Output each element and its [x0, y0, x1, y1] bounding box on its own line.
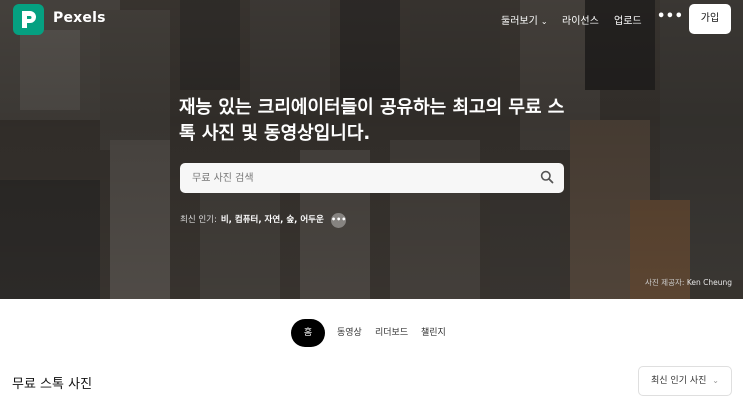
trending-label: 최신 인기:: [180, 215, 217, 225]
chevron-down-icon: ⌄: [712, 376, 719, 385]
photo-credit: 사진 제공자: Ken Cheung: [645, 277, 732, 288]
search-icon[interactable]: [540, 170, 554, 184]
nav-browse-label: 둘러보기: [501, 16, 538, 27]
hero-headline: 재능 있는 크리에이터들이 공유하는 최고의 무료 스톡 사진 및 동영상입니다…: [179, 97, 565, 144]
photo-credit-author[interactable]: Ken Cheung: [687, 278, 732, 287]
tab-home[interactable]: 홈: [291, 319, 325, 347]
tab-leaderboard[interactable]: 리더보드: [375, 319, 408, 347]
join-button[interactable]: 가입: [689, 4, 731, 34]
nav-browse[interactable]: 둘러보기 ⌄: [501, 12, 548, 27]
hero-overlay: [0, 0, 743, 299]
chevron-down-icon: ⌄: [540, 17, 548, 26]
nav-license[interactable]: 라이선스: [562, 12, 599, 27]
brand-name[interactable]: Pexels: [53, 10, 106, 26]
trending-more-icon[interactable]: •••: [331, 213, 346, 228]
hero-banner: [0, 0, 743, 299]
search-bar: [180, 163, 564, 193]
sort-dropdown[interactable]: 최신 인기 사진 ⌄: [638, 366, 732, 396]
more-menu-icon[interactable]: •••: [657, 9, 683, 24]
tab-challenges[interactable]: 챌린지: [421, 319, 446, 347]
photo-credit-label: 사진 제공자:: [645, 278, 685, 287]
trending-items[interactable]: 비, 컴퓨터, 자연, 숲, 어두운: [221, 215, 324, 225]
section-title: 무료 스톡 사진: [12, 377, 93, 392]
trending-searches: 최신 인기: 비, 컴퓨터, 자연, 숲, 어두운: [180, 213, 324, 225]
nav-upload[interactable]: 업로드: [614, 12, 642, 27]
top-navigation: Pexels 둘러보기 ⌄ 라이선스 업로드 ••• 가입: [0, 0, 743, 38]
search-input[interactable]: [180, 163, 530, 193]
pexels-logo[interactable]: [13, 4, 44, 35]
pexels-logo-icon: [22, 11, 36, 28]
tab-videos[interactable]: 동영상: [337, 319, 362, 347]
sort-dropdown-label: 최신 인기 사진: [651, 376, 707, 386]
